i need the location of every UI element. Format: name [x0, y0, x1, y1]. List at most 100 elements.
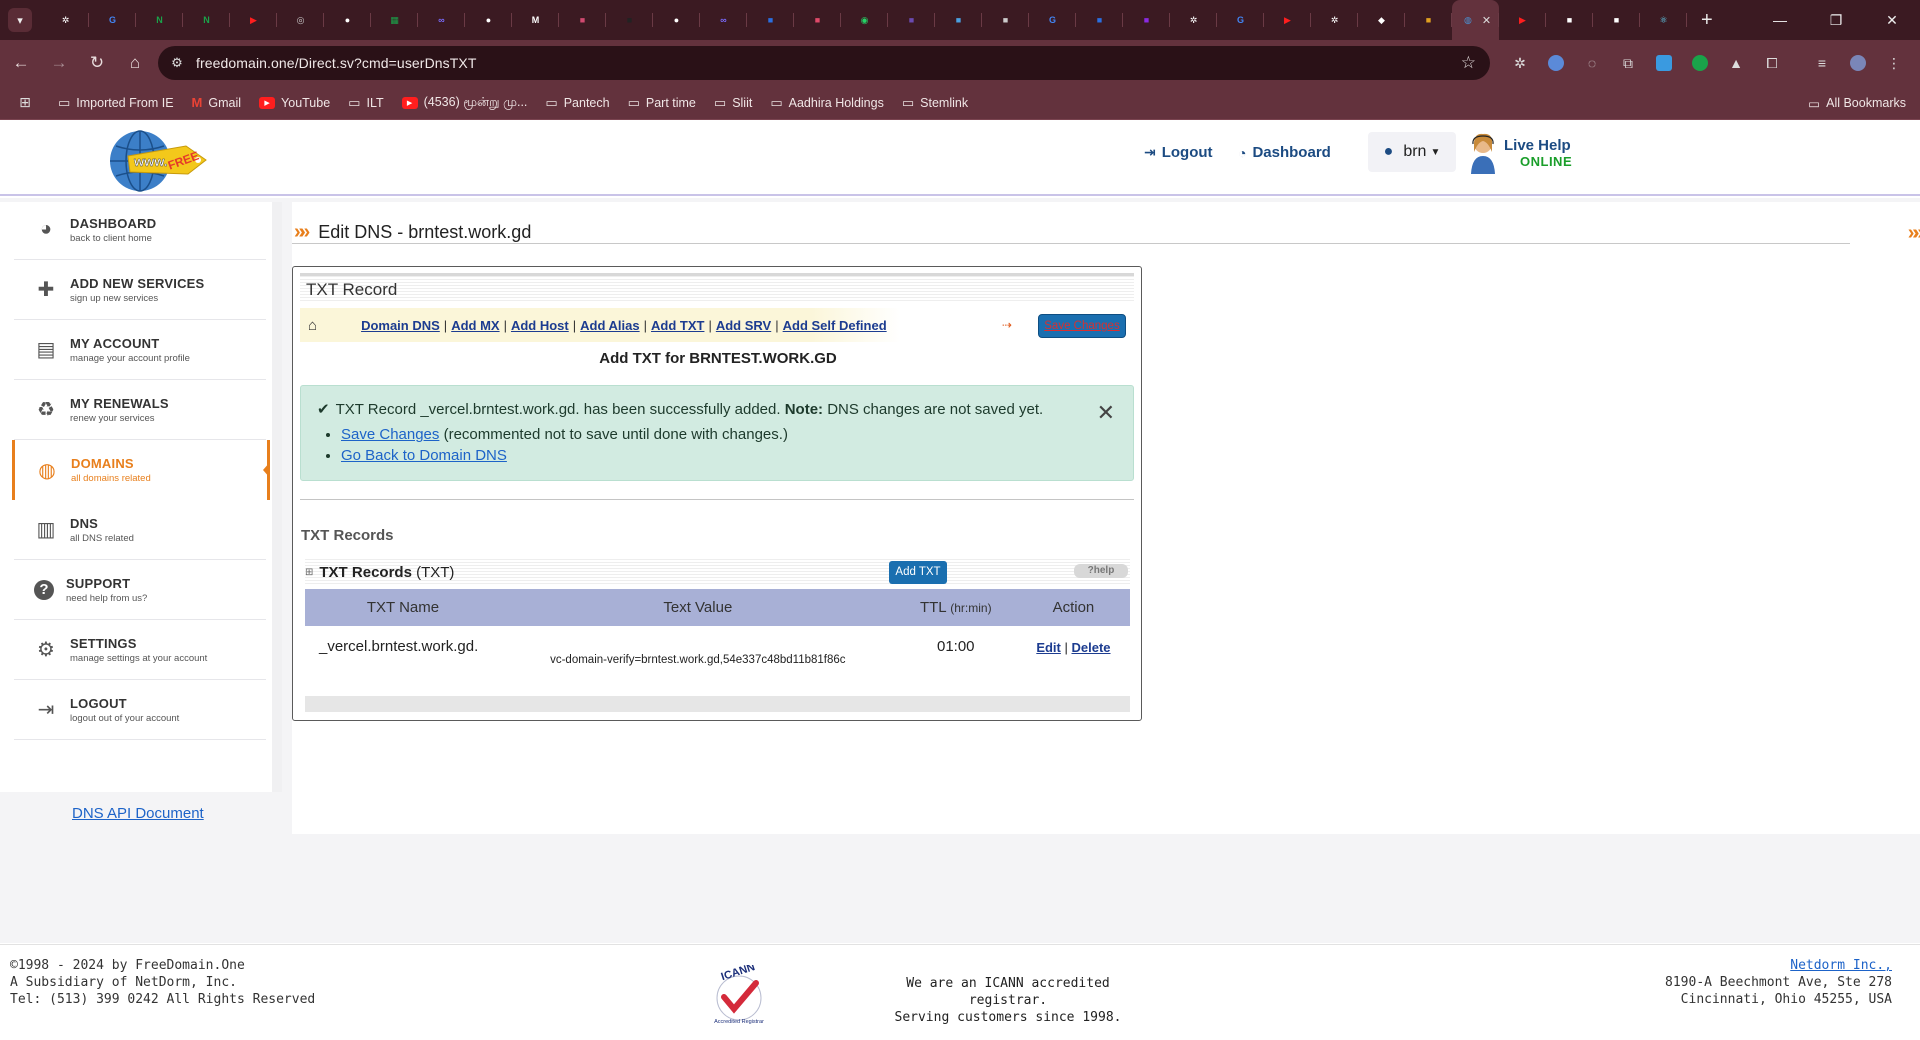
sidebar-item-settings[interactable]: ⚙ SETTINGS manage settings at your account [14, 620, 266, 680]
bookmark-item[interactable]: ▭ Imported From IE [58, 95, 174, 111]
bookmark-item[interactable]: ▭ Aadhira Holdings [770, 95, 884, 111]
browser-tab[interactable]: ✲ [42, 0, 89, 40]
forward-icon[interactable]: → [42, 46, 76, 80]
browser-tab[interactable]: ▶ [1264, 0, 1311, 40]
restore-icon[interactable]: ❐ [1808, 0, 1864, 40]
sidebar-item-my-renewals[interactable]: ♻ MY RENEWALS renew your services [14, 380, 266, 440]
browser-tab[interactable]: ⚛ [1640, 0, 1687, 40]
browser-tab[interactable]: ▦ [371, 0, 418, 40]
browser-tab[interactable]: G [89, 0, 136, 40]
all-bookmarks[interactable]: ▭ All Bookmarks [1808, 86, 1906, 120]
home-icon[interactable]: ⌂ [118, 46, 152, 80]
close-icon[interactable]: ✕ [1097, 400, 1115, 426]
tab-search-button[interactable]: ▾ [8, 8, 32, 32]
nav-link-add-alias[interactable]: Add Alias [580, 318, 639, 333]
browser-tab[interactable]: ▶ [1499, 0, 1546, 40]
dns-api-document-link[interactable]: DNS API Document [72, 805, 204, 822]
help-button[interactable]: ?help [1074, 564, 1128, 578]
browser-tab[interactable]: ■ [888, 0, 935, 40]
browser-tab[interactable]: ● [324, 0, 371, 40]
browser-tab[interactable]: ■ [606, 0, 653, 40]
live-help-widget[interactable]: Live Help ONLINE [1468, 130, 1578, 176]
browser-tab[interactable]: G [1029, 0, 1076, 40]
user-menu-dropdown[interactable]: ● brn ▼ [1368, 132, 1456, 172]
expand-icon[interactable]: ⊞ [305, 567, 313, 578]
freedomain-logo[interactable]: www. FREE [94, 128, 214, 194]
site-info-icon[interactable]: ⚙ [164, 50, 190, 76]
bookmark-star-icon[interactable]: ☆ [1461, 53, 1476, 73]
browser-tab[interactable]: ■ [1593, 0, 1640, 40]
bookmark-item[interactable]: ▭ Sliit [714, 95, 752, 111]
browser-tab[interactable]: ✲ [1170, 0, 1217, 40]
sidebar-item-logout[interactable]: ⇥ LOGOUT logout out of your account [14, 680, 266, 740]
netdorm-link[interactable]: Netdorm Inc., [1790, 958, 1892, 973]
nav-link-add-mx[interactable]: Add MX [451, 318, 499, 333]
browser-tab[interactable]: G [1217, 0, 1264, 40]
sidebar-item-dns[interactable]: ▥ DNS all DNS related [14, 500, 266, 560]
extension-icon[interactable] [1538, 45, 1574, 81]
save-changes-button[interactable]: Save Changes [1038, 314, 1126, 338]
browser-tab[interactable]: ◍ ✕ [1452, 0, 1499, 40]
browser-tab[interactable]: ◆ [1358, 0, 1405, 40]
add-txt-button[interactable]: Add TXT [889, 561, 947, 584]
extension-icon[interactable] [1646, 45, 1682, 81]
browser-tab[interactable]: ■ [1546, 0, 1593, 40]
browser-tab[interactable]: ■ [794, 0, 841, 40]
browser-tab[interactable]: ● [465, 0, 512, 40]
browser-tab[interactable]: ∞ [418, 0, 465, 40]
extension-icon[interactable]: ▲ [1718, 45, 1754, 81]
alert-save-changes-link[interactable]: Save Changes [341, 426, 439, 443]
sidebar-item-dashboard[interactable]: ◕ DASHBOARD back to client home [14, 200, 266, 260]
menu-kebab-icon[interactable]: ⋮ [1876, 45, 1912, 81]
extension-icon[interactable] [1682, 45, 1718, 81]
nav-link-add-srv[interactable]: Add SRV [716, 318, 771, 333]
browser-tab[interactable]: ∞ [700, 0, 747, 40]
header-dashboard-link[interactable]: ◔ Dashboard [1238, 144, 1331, 161]
sidebar-item-domains[interactable]: ◍ DOMAINS all domains related [12, 440, 270, 500]
bookmark-item[interactable]: ▭ Part time [628, 95, 696, 111]
browser-tab[interactable]: ◉ [841, 0, 888, 40]
url-text[interactable]: freedomain.one/Direct.sv?cmd=userDnsTXT [196, 55, 477, 71]
browser-tab[interactable]: ■ [1405, 0, 1452, 40]
edit-record-link[interactable]: Edit [1036, 640, 1061, 655]
bookmark-item[interactable]: ▭ Pantech [545, 95, 609, 111]
browser-tab[interactable]: ■ [982, 0, 1029, 40]
nav-link-add-host[interactable]: Add Host [511, 318, 569, 333]
browser-tab[interactable]: ■ [559, 0, 606, 40]
browser-tab[interactable]: N [136, 0, 183, 40]
bookmark-item[interactable]: ▶ (4536) மூன்று மு... [401, 95, 527, 111]
extensions-puzzle-icon[interactable]: ⧠ [1754, 45, 1790, 81]
bookmark-item[interactable]: ▶ YouTube [259, 96, 330, 110]
back-icon[interactable]: ← [4, 46, 38, 80]
browser-tab[interactable]: ■ [935, 0, 982, 40]
profile-avatar[interactable] [1840, 45, 1876, 81]
browser-tab[interactable]: N [183, 0, 230, 40]
browser-tab[interactable]: ■ [1123, 0, 1170, 40]
sidebar-item-add-new-services[interactable]: ✚ ADD NEW SERVICES sign up new services [14, 260, 266, 320]
extension-icon[interactable]: ✲ [1502, 45, 1538, 81]
bookmark-item[interactable]: ▭ Stemlink [902, 95, 968, 111]
close-window-icon[interactable]: ✕ [1864, 0, 1920, 40]
browser-tab[interactable]: ✲ [1311, 0, 1358, 40]
nav-link-add-self-defined[interactable]: Add Self Defined [783, 318, 887, 333]
close-tab-icon[interactable]: ✕ [1482, 14, 1491, 27]
go-back-to-domain-dns-link[interactable]: Go Back to Domain DNS [341, 447, 507, 464]
browser-tab[interactable]: ◎ [277, 0, 324, 40]
browser-tab[interactable]: ● [653, 0, 700, 40]
nav-link-domain-dns[interactable]: Domain DNS [361, 318, 440, 333]
bookmark-item[interactable]: ▭ ILT [348, 95, 383, 111]
sidebar-item-my-account[interactable]: ▤ MY ACCOUNT manage your account profile [14, 320, 266, 380]
address-bar[interactable]: ⚙ freedomain.one/Direct.sv?cmd=userDnsTX… [158, 46, 1490, 80]
sidebar-item-support[interactable]: ? SUPPORT need help from us? [14, 560, 266, 620]
reload-icon[interactable]: ↻ [80, 46, 114, 80]
browser-tab[interactable]: ▶ [230, 0, 277, 40]
double-chevron-icon[interactable]: »» [1908, 222, 1920, 245]
apps-grid-icon[interactable]: ⊞ [10, 94, 40, 111]
browser-tab[interactable]: M [512, 0, 559, 40]
minimize-icon[interactable]: — [1752, 0, 1808, 40]
nav-link-add-txt[interactable]: Add TXT [651, 318, 704, 333]
header-logout-link[interactable]: ⇥ Logout [1144, 144, 1213, 161]
new-tab-button[interactable]: + [1701, 9, 1713, 32]
browser-tab[interactable]: ■ [1076, 0, 1123, 40]
bookmark-item[interactable]: M Gmail [192, 95, 242, 110]
